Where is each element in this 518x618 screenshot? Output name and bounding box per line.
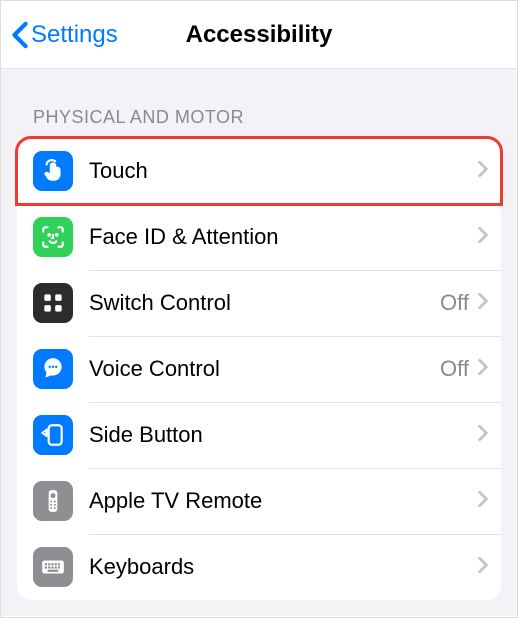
- chevron-right-icon: [477, 358, 489, 381]
- row-face-id[interactable]: Face ID & Attention: [17, 204, 501, 270]
- keyboards-icon: [33, 547, 73, 587]
- chevron-right-icon: [477, 424, 489, 447]
- back-label: Settings: [31, 21, 118, 49]
- section-header: PHYSICAL AND MOTOR: [1, 69, 517, 138]
- page-title: Accessibility: [186, 21, 333, 49]
- settings-list: Touch Face ID & Attention Switch Control…: [1, 138, 517, 616]
- chevron-right-icon: [477, 490, 489, 513]
- back-button[interactable]: Settings: [11, 21, 118, 49]
- row-label: Apple TV Remote: [89, 488, 477, 514]
- apple-tv-remote-icon: [33, 481, 73, 521]
- row-keyboards[interactable]: Keyboards: [17, 534, 501, 600]
- face-id-icon: [33, 217, 73, 257]
- row-switch-control[interactable]: Switch Control Off: [17, 270, 501, 336]
- row-apple-tv-remote[interactable]: Apple TV Remote: [17, 468, 501, 534]
- chevron-right-icon: [477, 292, 489, 315]
- row-label: Face ID & Attention: [89, 224, 477, 250]
- row-label: Keyboards: [89, 554, 477, 580]
- touch-icon: [33, 151, 73, 191]
- row-side-button[interactable]: Side Button: [17, 402, 501, 468]
- row-label: Touch: [89, 158, 477, 184]
- row-label: Side Button: [89, 422, 477, 448]
- row-label: Switch Control: [89, 290, 440, 316]
- row-touch[interactable]: Touch: [17, 138, 501, 204]
- chevron-right-icon: [477, 556, 489, 579]
- chevron-right-icon: [477, 160, 489, 183]
- row-status: Off: [440, 290, 469, 316]
- row-label: Voice Control: [89, 356, 440, 382]
- voice-control-icon: [33, 349, 73, 389]
- row-status: Off: [440, 356, 469, 382]
- switch-control-icon: [33, 283, 73, 323]
- row-voice-control[interactable]: Voice Control Off: [17, 336, 501, 402]
- chevron-right-icon: [477, 226, 489, 249]
- side-button-icon: [33, 415, 73, 455]
- chevron-left-icon: [11, 21, 29, 49]
- navigation-bar: Settings Accessibility: [1, 1, 517, 69]
